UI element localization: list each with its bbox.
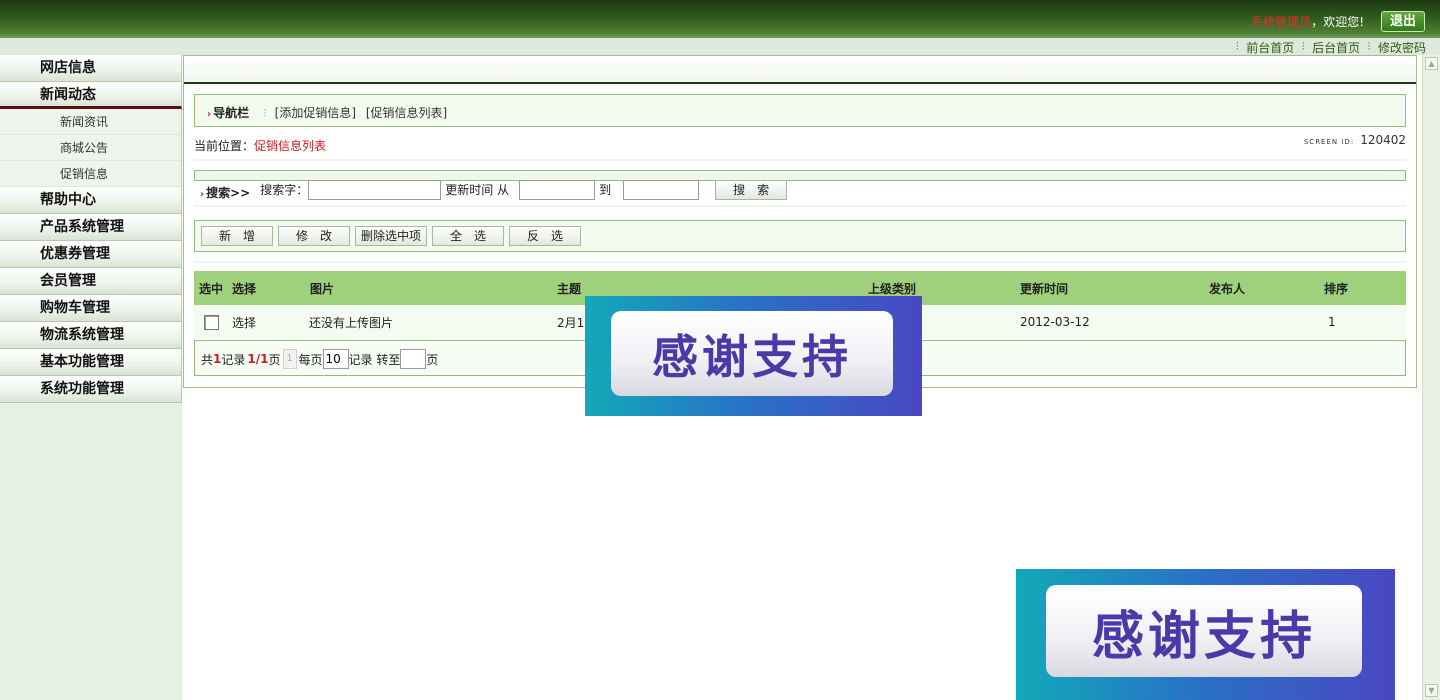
thanks-banner-text: 感谢支持 [611, 311, 893, 396]
pager-total-pages: 1 [260, 352, 269, 366]
breadcrumb: 当前位置：促销信息列表 [194, 137, 326, 154]
per-page-label: 每页 [298, 352, 323, 367]
scroll-up-icon[interactable]: ▲ [1425, 57, 1438, 70]
front-home-link[interactable]: 前台首页 [1246, 39, 1294, 56]
sidebar-item-products[interactable]: 产品系统管理 [0, 214, 182, 241]
logout-button[interactable]: 退出 [1381, 11, 1425, 32]
page-number-1[interactable]: 1 [282, 349, 297, 369]
goto-suffix: 页 [426, 352, 439, 367]
col-header-publisher: 发布人 [1209, 281, 1246, 296]
search-label: › 搜索>> [200, 184, 250, 201]
thanks-banner: 感谢支持 [585, 296, 922, 416]
quick-links-bar: ⁝ 前台首页 ⁝ 后台首页 ⁝ 修改密码 [0, 38, 1440, 55]
screen-id-label: SCREEN ID: [1303, 138, 1355, 146]
sidebar-item-help[interactable]: 帮助中心 [0, 187, 182, 214]
welcome-message: 系统管理员，欢迎您! [1251, 13, 1364, 30]
divider [194, 159, 1406, 161]
action-toolbar: 新 增 修 改 删除选中项 全 选 反 选 [194, 220, 1406, 252]
per-page-input[interactable] [322, 349, 349, 369]
divider [194, 205, 1406, 207]
welcome-text: ，欢迎您! [1311, 15, 1364, 29]
date-to-input[interactable] [623, 179, 700, 200]
sidebar-item-news[interactable]: 新闻动态 [0, 82, 182, 109]
sidebar-subitem-mall-notice[interactable]: 商城公告 [0, 135, 181, 161]
row-checkbox[interactable] [204, 314, 219, 330]
col-header-check: 选中 [199, 281, 224, 296]
news-submenu: 新闻资讯 商城公告 促销信息 [0, 109, 182, 187]
search-title: 搜索>> [206, 186, 251, 200]
pager-page-suffix: 页 [268, 352, 281, 367]
col-header-select: 选择 [232, 281, 257, 296]
separator: ⁝ [1235, 39, 1240, 53]
col-header-update-time: 更新时间 [1020, 281, 1069, 296]
row-image: 还没有上传图片 [309, 315, 394, 330]
thanks-banner-bottom-text: 感谢支持 [1046, 585, 1362, 677]
sidebar-item-shop-info[interactable]: 网店信息 [0, 55, 182, 82]
row-update-time: 2012-03-12 [1020, 315, 1090, 329]
promotion-list-link[interactable]: [促销信息列表] [366, 106, 447, 120]
col-header-image: 图片 [310, 281, 335, 296]
arrow-icon: › [207, 109, 212, 120]
search-button[interactable]: 搜 索 [715, 179, 788, 200]
breadcrumb-prefix: 当前位置： [194, 139, 255, 153]
pager-current-page: 1 [247, 352, 256, 366]
vertical-scrollbar[interactable]: ▲ ▼ [1422, 55, 1440, 700]
keyword-input[interactable] [308, 179, 442, 200]
navigation-bar: › 导航栏 ⁝ [添加促销信息] [促销信息列表] [194, 94, 1406, 127]
scroll-down-icon[interactable]: ▼ [1425, 684, 1438, 697]
sidebar-item-members[interactable]: 会员管理 [0, 268, 182, 295]
time-label: 更新时间 从 [445, 183, 510, 197]
goto-label: 记录 转至 [348, 352, 401, 367]
top-header: 系统管理员，欢迎您! 退出 [0, 0, 1440, 38]
navbar-title: 导航栏 [213, 106, 250, 120]
arrow-icon: › [200, 189, 205, 200]
change-password-link[interactable]: 修改密码 [1378, 39, 1426, 56]
col-header-sort: 排序 [1324, 281, 1349, 296]
sidebar: 网店信息 新闻动态 新闻资讯 商城公告 促销信息 帮助中心 产品系统管理 优惠券… [0, 55, 182, 700]
date-from-input[interactable] [519, 179, 596, 200]
separator: ⁝ [1301, 39, 1306, 53]
sidebar-item-coupons[interactable]: 优惠券管理 [0, 241, 182, 268]
admin-home-link[interactable]: 后台首页 [1312, 39, 1360, 56]
add-button[interactable]: 新 增 [201, 226, 273, 246]
breadcrumb-current: 促销信息列表 [254, 139, 327, 153]
sidebar-item-logistics[interactable]: 物流系统管理 [0, 322, 182, 349]
col-header-subject: 主题 [557, 281, 582, 296]
delete-selected-button[interactable]: 删除选中项 [355, 226, 427, 246]
admin-name: 系统管理员 [1251, 15, 1312, 29]
sidebar-item-system-functions[interactable]: 系统功能管理 [0, 376, 182, 403]
divider [194, 261, 1406, 263]
row-sort: 1 [1328, 315, 1336, 329]
goto-page-input[interactable] [400, 349, 427, 369]
col-header-parent-category: 上级类别 [868, 281, 917, 296]
sidebar-subitem-promotion[interactable]: 促销信息 [0, 161, 181, 187]
pager-total: 1 [213, 352, 222, 366]
main-panel-header [184, 56, 1416, 84]
thanks-banner-bottom: 感谢支持 [1016, 569, 1395, 700]
invert-selection-button[interactable]: 反 选 [509, 226, 581, 246]
add-promotion-link[interactable]: [添加促销信息] [275, 106, 356, 120]
to-label: 到 [599, 183, 612, 197]
edit-button[interactable]: 修 改 [278, 226, 350, 246]
separator: ⁝ [1367, 39, 1371, 53]
keyword-label: 搜索字： [260, 183, 309, 197]
navbar-label: › 导航栏 [207, 104, 249, 121]
sidebar-item-basic-functions[interactable]: 基本功能管理 [0, 349, 182, 376]
screen-id: SCREEN ID: 120402 [1304, 133, 1406, 147]
screen-id-value: 120402 [1360, 133, 1406, 147]
sidebar-item-cart[interactable]: 购物车管理 [0, 295, 182, 322]
row-select-link[interactable]: 选择 [232, 314, 256, 331]
separator: ⁝ [263, 106, 267, 120]
search-row: › 搜索>> 搜索字： 更新时间 从 到 搜 索 [200, 178, 788, 201]
pager-total-suffix: 记录 [221, 352, 246, 367]
row-subject[interactable]: 2月1 [557, 314, 584, 331]
sidebar-subitem-news-info[interactable]: 新闻资讯 [0, 109, 181, 135]
pager-total-prefix: 共 [201, 352, 214, 367]
select-all-button[interactable]: 全 选 [432, 226, 504, 246]
